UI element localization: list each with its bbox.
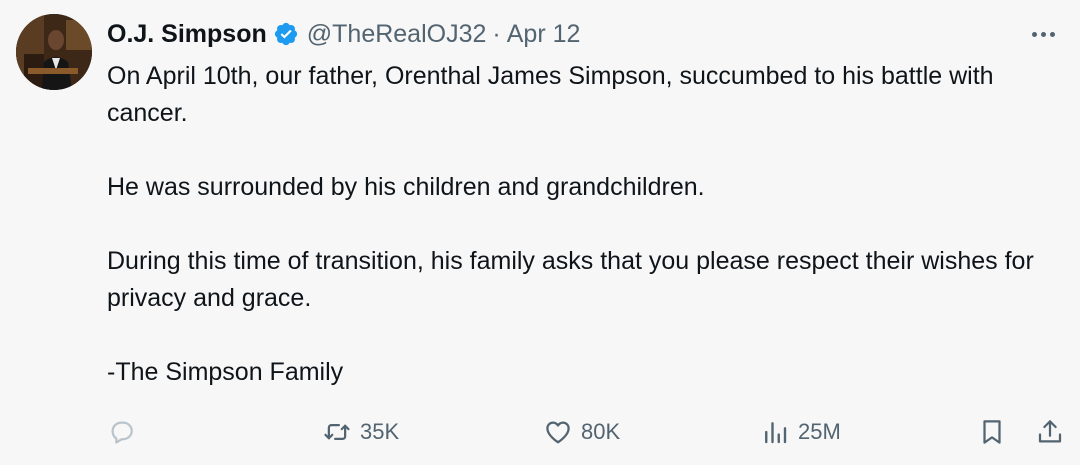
tweet-date[interactable]: Apr 12	[507, 20, 581, 49]
header-separator: ·	[492, 19, 501, 48]
like-button[interactable]: 80K	[543, 412, 620, 452]
tweet-paragraph: On April 10th, our father, Orenthal Jame…	[107, 62, 994, 127]
author-handle[interactable]: @TheRealOJ32	[307, 20, 487, 49]
action-bar: 35K 80K 25M	[107, 412, 1067, 452]
reply-bubble-icon	[111, 421, 133, 444]
author-name[interactable]: O.J. Simpson	[107, 20, 267, 49]
like-count: 80K	[581, 419, 621, 444]
tweet-paragraph: -The Simpson Family	[107, 358, 344, 386]
views-count: 25M	[798, 419, 841, 444]
tweet-paragraph: He was surrounded by his children and gr…	[107, 173, 705, 201]
reply-button[interactable]	[107, 412, 137, 452]
tweet-paragraph: During this time of transition, his fami…	[107, 247, 1034, 312]
bookmark-button[interactable]	[977, 412, 1007, 452]
share-icon	[1038, 420, 1062, 443]
views-bar-icon	[765, 422, 787, 444]
tweet-header: O.J. Simpson @TheRealOJ32 · Apr 12	[107, 14, 580, 54]
avatar[interactable]	[16, 14, 92, 90]
bookmark-icon	[983, 420, 1001, 444]
heart-icon	[546, 421, 570, 444]
views-button[interactable]: 25M	[760, 412, 841, 452]
tweet-text: On April 10th, our father, Orenthal Jame…	[107, 58, 1067, 391]
verified-badge-icon	[273, 21, 299, 47]
repost-icon	[324, 424, 350, 440]
repost-button[interactable]: 35K	[322, 412, 399, 452]
share-button[interactable]	[1035, 412, 1065, 452]
tweet-card[interactable]: O.J. Simpson @TheRealOJ32 · Apr 12 On Ap…	[0, 0, 1080, 465]
avatar-image	[16, 14, 92, 90]
more-dots-icon[interactable]	[1026, 22, 1060, 46]
repost-count: 35K	[360, 419, 400, 444]
